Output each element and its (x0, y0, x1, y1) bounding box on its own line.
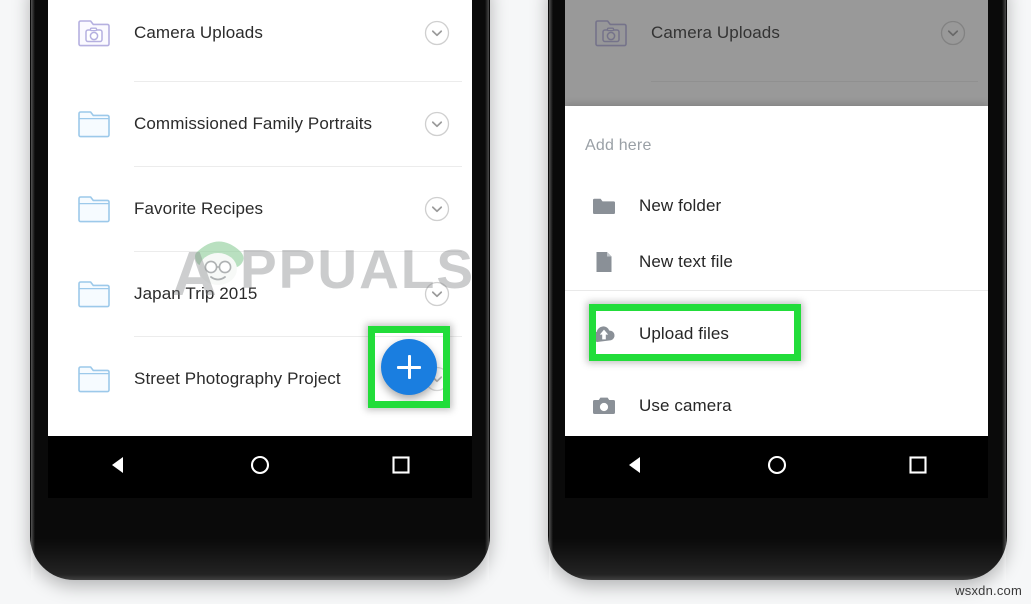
menu-item-label: Use camera (639, 396, 732, 415)
android-nav-bar (565, 436, 988, 498)
folder-icon (74, 277, 114, 311)
camera-folder-icon (74, 16, 114, 50)
list-item[interactable]: Commissioned Family Portraits (48, 81, 472, 166)
menu-item-use-camera[interactable]: Use camera (565, 378, 988, 434)
android-nav-bar (48, 436, 472, 498)
list-item[interactable]: Camera Uploads (48, 0, 472, 81)
list-item-label: Commissioned Family Portraits (134, 113, 373, 133)
add-here-sheet: Add here New folder New text file Upload… (565, 106, 988, 436)
camera-icon (587, 396, 621, 416)
bezel-highlight-left (549, 0, 553, 580)
list-item-label: Street Photography Project (134, 368, 341, 388)
list-item-label: Japan Trip 2015 (134, 283, 258, 303)
highlight-box-fab (368, 326, 450, 408)
left-phone-screen: Camera Uploads Commissioned Family Portr… (48, 0, 472, 436)
back-triangle-icon[interactable] (108, 454, 130, 481)
left-phone-frame: Camera Uploads Commissioned Family Portr… (30, 0, 490, 580)
recents-square-icon[interactable] (390, 454, 412, 481)
list-item-label: Camera Uploads (134, 22, 263, 42)
right-phone-frame: Camera Uploads (548, 0, 1007, 580)
chevron-down-circle-icon[interactable] (424, 196, 450, 222)
folder-icon (74, 362, 114, 396)
bezel-highlight-right (1002, 0, 1006, 580)
folder-icon (74, 107, 114, 141)
screenshot-stage: Camera Uploads Commissioned Family Portr… (0, 0, 1031, 604)
text-file-icon (587, 250, 621, 274)
menu-item-label: New text file (639, 252, 733, 271)
modal-scrim[interactable] (565, 0, 988, 106)
highlight-box-upload-files (589, 304, 801, 361)
back-triangle-icon[interactable] (625, 454, 647, 481)
menu-divider (565, 290, 988, 291)
chevron-down-circle-icon[interactable] (424, 20, 450, 46)
list-item[interactable]: Japan Trip 2015 (48, 251, 472, 336)
right-phone-screen: Camera Uploads (565, 0, 988, 436)
menu-item-label: New folder (639, 196, 722, 215)
recents-square-icon[interactable] (907, 454, 929, 481)
folder-solid-icon (587, 196, 621, 216)
list-item[interactable]: Favorite Recipes (48, 166, 472, 251)
home-circle-icon[interactable] (249, 454, 271, 481)
menu-item-new-text-file[interactable]: New text file (565, 234, 988, 290)
bezel-highlight-left (31, 0, 35, 580)
folder-icon (74, 192, 114, 226)
home-circle-icon[interactable] (766, 454, 788, 481)
chevron-down-circle-icon[interactable] (424, 111, 450, 137)
list-item-label: Favorite Recipes (134, 198, 264, 218)
menu-item-new-folder[interactable]: New folder (565, 178, 988, 234)
bezel-highlight-right (485, 0, 489, 580)
sheet-title: Add here (585, 137, 652, 154)
chevron-down-circle-icon[interactable] (424, 281, 450, 307)
source-watermark: wsxdn.com (955, 583, 1022, 598)
